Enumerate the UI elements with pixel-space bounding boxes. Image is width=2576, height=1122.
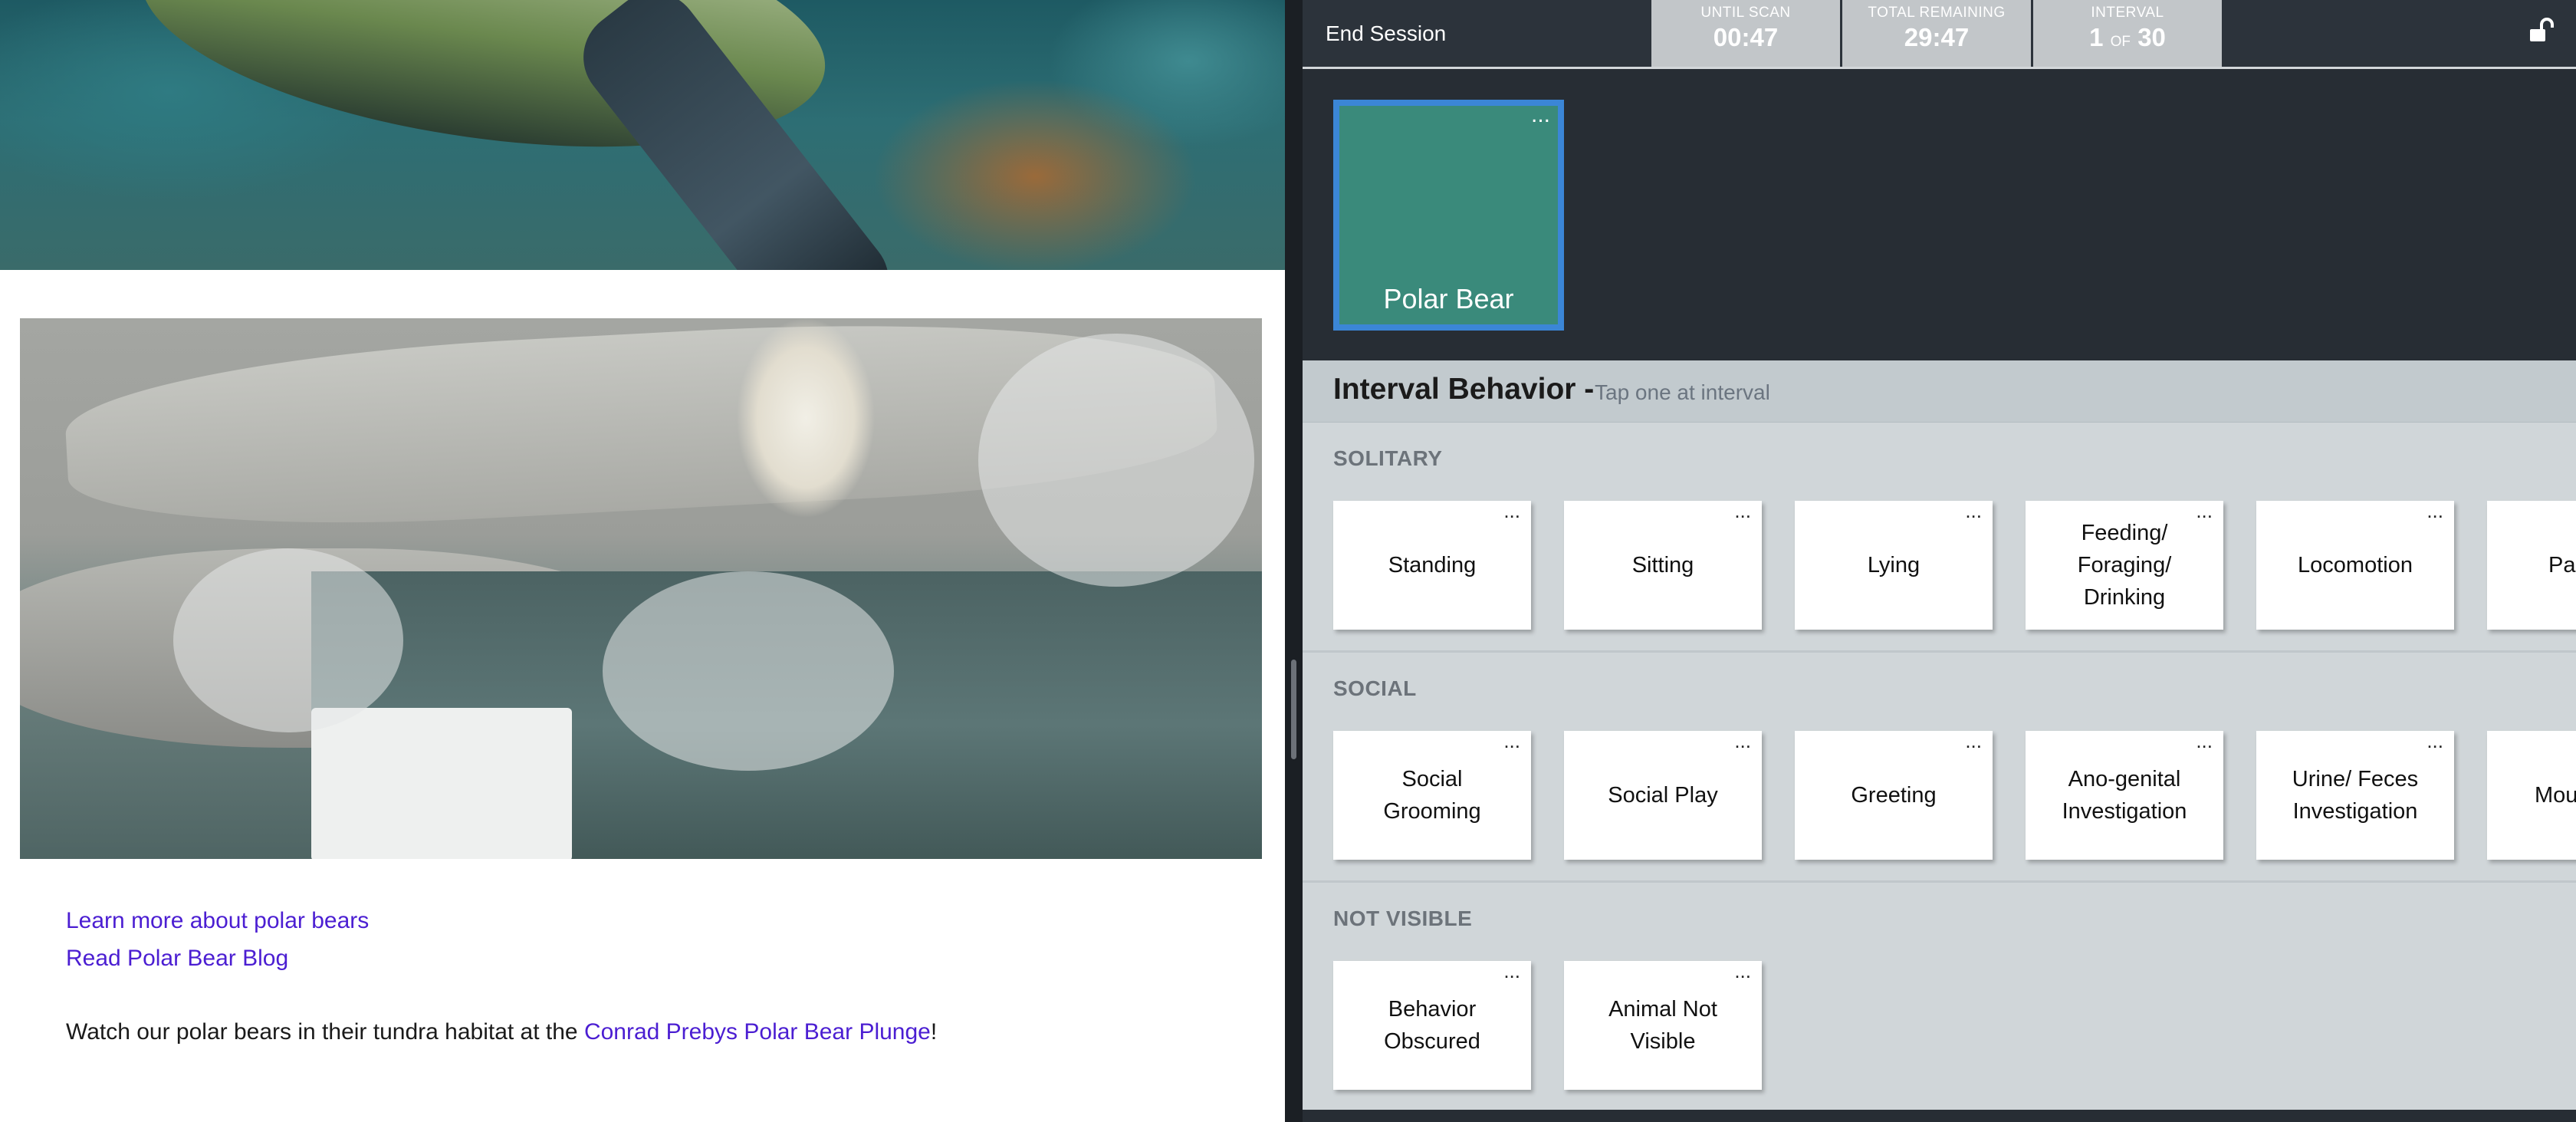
interval-value: 1 OF 30 xyxy=(2033,23,2222,52)
more-icon[interactable]: ... xyxy=(1965,501,1982,521)
total-remaining-value: 29:47 xyxy=(1904,23,1970,51)
interval-of: OF xyxy=(2110,34,2131,50)
more-icon[interactable]: ... xyxy=(2426,501,2443,521)
more-icon[interactable]: ... xyxy=(1503,501,1520,521)
behavior-button-locomotion[interactable]: ... Locomotion xyxy=(2256,501,2454,630)
behavior-label: Feeding/ Foraging/ Drinking xyxy=(2077,521,2172,610)
section-label-not-visible: NOT VISIBLE xyxy=(1333,906,1473,930)
habitat-text-suffix: ! xyxy=(930,1019,938,1045)
behavior-label: Pa xyxy=(2548,553,2576,577)
bottom-edge xyxy=(1303,1110,2576,1122)
more-icon[interactable]: ... xyxy=(2426,731,2443,751)
behavior-button-sitting[interactable]: ... Sitting xyxy=(1564,501,1762,630)
unlock-icon[interactable] xyxy=(2527,17,2555,44)
more-icon[interactable]: ... xyxy=(2196,501,2213,521)
behavior-label: Standing xyxy=(1388,553,1477,577)
more-icon[interactable]: ... xyxy=(1503,731,1520,751)
fish-photo xyxy=(0,0,1285,270)
behavior-hint: Tap one at interval xyxy=(1595,380,1770,404)
behavior-button-lying[interactable]: ... Lying xyxy=(1795,501,1993,630)
behavior-button-partial[interactable]: Pa xyxy=(2487,501,2576,630)
behavior-label: Behavior Obscured xyxy=(1384,997,1480,1054)
mist xyxy=(173,548,403,732)
behavior-title: Interval Behavior - xyxy=(1333,373,1595,406)
mist xyxy=(603,571,894,771)
section-divider xyxy=(1303,650,2576,653)
behavior-button-standing[interactable]: ... Standing xyxy=(1333,501,1531,630)
resize-handle[interactable] xyxy=(1291,660,1296,759)
split-divider[interactable] xyxy=(1285,0,1303,1122)
behavior-label: Greeting xyxy=(1851,783,1937,808)
web-page-pane: Learn more about polar bears Read Polar … xyxy=(0,0,1285,1122)
interval-behavior-panel: Interval Behavior - Tap one at interval … xyxy=(1303,360,2576,1122)
behavior-button-urine-feces[interactable]: ... Urine/ Feces Investigation xyxy=(2256,731,2454,860)
habitat-text: Watch our polar bears in their tundra ha… xyxy=(66,1019,937,1045)
until-scan-stat: UNTIL SCAN 00:47 xyxy=(1651,0,1840,67)
more-icon[interactable]: ... xyxy=(1965,731,1982,751)
polar-bear-blog-link[interactable]: Read Polar Bear Blog xyxy=(66,946,288,972)
session-toolbar: End Session UNTIL SCAN 00:47 TOTAL REMAI… xyxy=(1303,0,2576,69)
more-icon[interactable]: ... xyxy=(1734,961,1751,981)
subject-tile-polar-bear[interactable]: ... Polar Bear xyxy=(1333,100,1564,331)
end-session-button[interactable]: End Session xyxy=(1326,0,1446,67)
behavior-label: Animal Not Visible xyxy=(1608,997,1717,1054)
behavior-button-animal-not-visible[interactable]: ... Animal Not Visible xyxy=(1564,961,1762,1090)
section-label-solitary: SOLITARY xyxy=(1333,446,1443,470)
behavior-button-ano-genital[interactable]: ... Ano-genital Investigation xyxy=(2026,731,2223,860)
interval-total: 30 xyxy=(2137,23,2166,51)
subject-menu-icon[interactable]: ... xyxy=(1531,104,1550,127)
polar-bear xyxy=(733,318,879,525)
until-scan-label: UNTIL SCAN xyxy=(1700,5,1791,21)
learn-more-link[interactable]: Learn more about polar bears xyxy=(66,908,369,934)
interval-stat: INTERVAL 1 OF 30 xyxy=(2033,0,2222,67)
behavior-button-behavior-obscured[interactable]: ... Behavior Obscured xyxy=(1333,961,1531,1090)
behavior-label: Social Play xyxy=(1608,783,1718,808)
total-remaining-stat: TOTAL REMAINING 29:47 xyxy=(1842,0,2031,67)
more-icon[interactable]: ... xyxy=(2196,731,2213,751)
section-label-social: SOCIAL xyxy=(1333,676,1417,700)
behavior-label: Ano-genital Investigation xyxy=(2062,767,2187,824)
behavior-button-greeting[interactable]: ... Greeting xyxy=(1795,731,1993,860)
polar-bear-photo xyxy=(20,318,1262,859)
behavior-button-social-play[interactable]: ... Social Play xyxy=(1564,731,1762,860)
behavior-button-feeding[interactable]: ... Feeding/ Foraging/ Drinking xyxy=(2026,501,2223,630)
more-icon[interactable]: ... xyxy=(1734,731,1751,751)
behavior-label: Sitting xyxy=(1631,553,1694,577)
total-remaining-label: TOTAL REMAINING xyxy=(1868,5,2006,21)
subject-name: Polar Bear xyxy=(1383,283,1514,314)
until-scan-value: 00:47 xyxy=(1713,23,1779,51)
behavior-label: Social Grooming xyxy=(1383,767,1481,824)
behavior-button-partial[interactable]: Mou xyxy=(2487,731,2576,860)
behavior-label: Lying xyxy=(1867,553,1921,577)
behavior-header: Interval Behavior - Tap one at interval xyxy=(1303,360,2576,423)
interval-current: 1 xyxy=(2089,23,2104,51)
section-divider xyxy=(1303,880,2576,883)
mist xyxy=(978,334,1254,587)
behavior-label: Urine/ Feces Investigation xyxy=(2292,767,2419,824)
behavior-label: Locomotion xyxy=(2298,553,2413,577)
interval-label: INTERVAL xyxy=(2091,5,2164,21)
behavior-label: Mou xyxy=(2535,783,2576,808)
habitat-text-prefix: Watch our polar bears in their tundra ha… xyxy=(66,1019,584,1045)
observation-app: End Session UNTIL SCAN 00:47 TOTAL REMAI… xyxy=(1303,0,2576,1122)
polar-bear-plunge-link[interactable]: Conrad Prebys Polar Bear Plunge xyxy=(584,1019,931,1045)
more-icon[interactable]: ... xyxy=(1503,961,1520,981)
ice-block xyxy=(311,708,572,859)
more-icon[interactable]: ... xyxy=(1734,501,1751,521)
behavior-button-social-grooming[interactable]: ... Social Grooming xyxy=(1333,731,1531,860)
